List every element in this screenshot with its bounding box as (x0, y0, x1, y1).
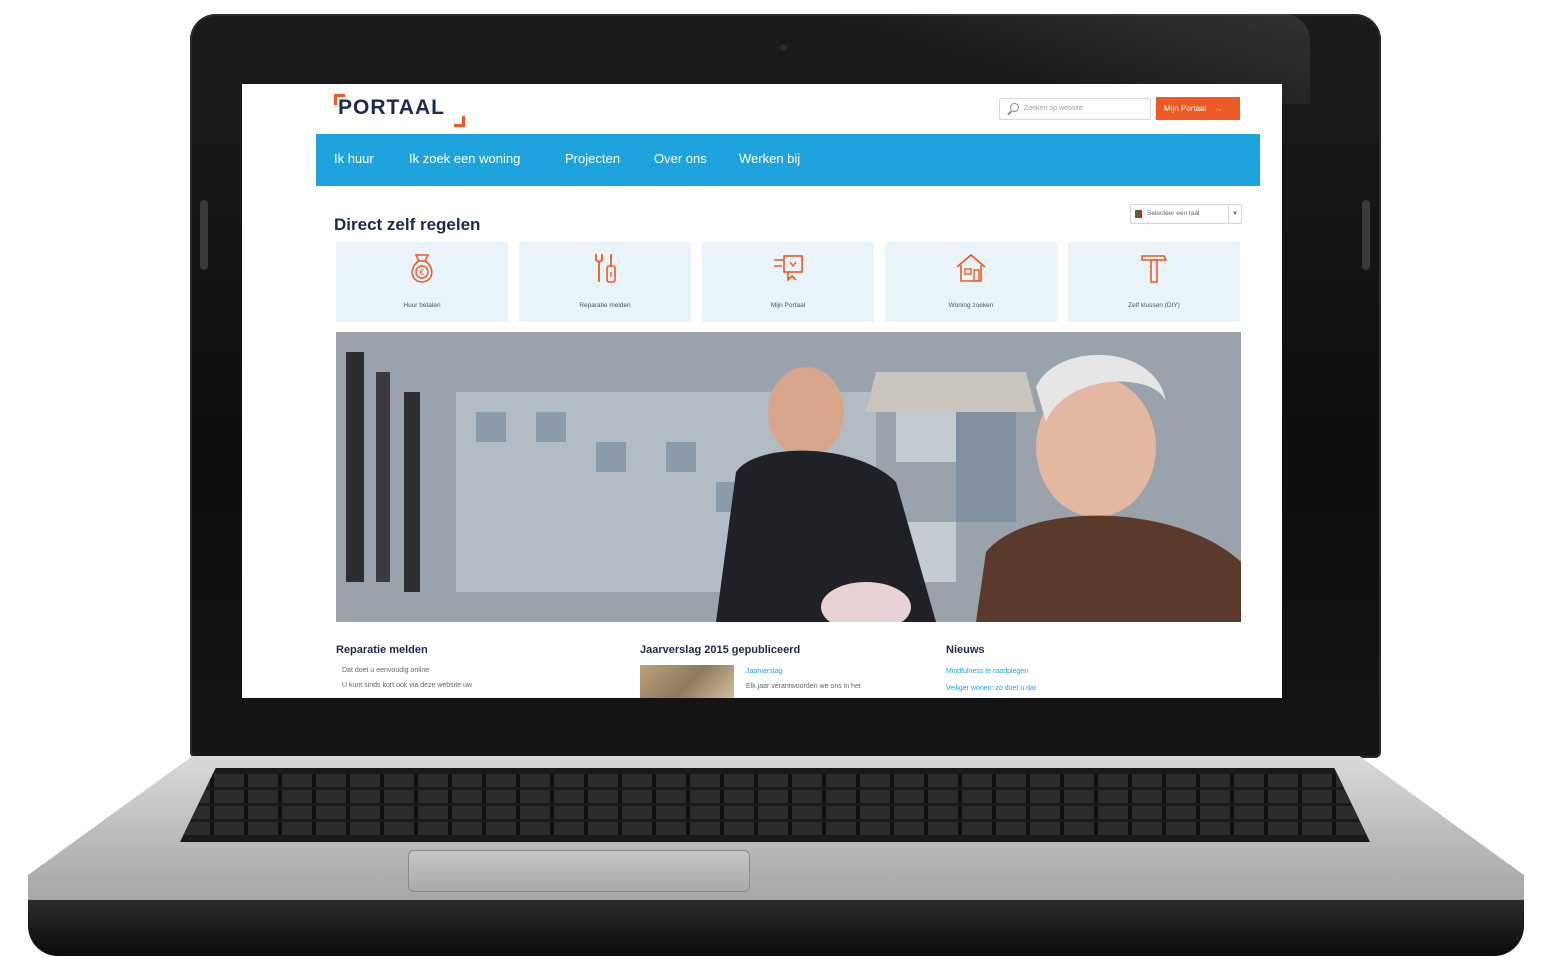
tile-zelf-klussen[interactable]: Zelf klussen (DIY) (1068, 242, 1240, 322)
news-item-2[interactable]: Veiliger wonen: zo doet u dat (946, 685, 1036, 692)
portaal-logo[interactable]: PORTAAL (338, 96, 445, 120)
search-input[interactable] (1024, 101, 1144, 116)
report-section-title[interactable]: Jaarverslag 2015 gepubliceerd (640, 644, 800, 656)
tile-reparatie-melden[interactable]: Reparatie melden (519, 242, 691, 322)
language-select[interactable]: Selecteer een taal ▼ (1130, 204, 1242, 224)
report-thumbnail[interactable] (640, 665, 734, 698)
svg-text:€: € (419, 268, 424, 277)
key-row (180, 774, 1370, 787)
logo-corner-mark (454, 116, 465, 127)
tile-label: Huur betalen (403, 302, 441, 309)
nav-item-ik-zoek-een-woning[interactable]: Ik zoek een woning (409, 151, 520, 166)
key-row (180, 822, 1370, 835)
news-section-title[interactable]: Nieuws (946, 644, 985, 656)
lid-hinge-left (200, 200, 208, 270)
lid-hinge-right (1362, 200, 1370, 270)
money-bag-icon: € (411, 254, 433, 283)
nav-item-over-ons[interactable]: Over ons (654, 151, 707, 166)
key-row (180, 790, 1370, 803)
arrow-right-icon: → (1214, 104, 1223, 113)
main-navigation: Ik huur Ik zoek een woning Projecten Ove… (316, 134, 1260, 186)
search-box[interactable] (999, 98, 1151, 120)
tile-label: Woning zoeken (948, 302, 994, 309)
kitchen-photo (336, 332, 1241, 622)
house-icon (956, 253, 986, 282)
repair-line-1: Dat doet u eenvoudig online (342, 667, 430, 674)
mijn-portaal-label: Mijn Portaal (1164, 104, 1207, 113)
repair-section-title[interactable]: Reparatie melden (336, 644, 428, 656)
laptop-base-edge (28, 900, 1524, 956)
browser-viewport: PORTAAL Mijn Portaal → Ik huur Ik zoek e… (242, 84, 1282, 698)
tile-label: Zelf klussen (DIY) (1128, 302, 1180, 309)
nav-item-projecten[interactable]: Projecten (565, 151, 620, 166)
portal-screen-icon (774, 255, 803, 282)
tile-woning-zoeken[interactable]: Woning zoeken (885, 242, 1057, 322)
hero-photo (336, 332, 1241, 622)
mijn-portaal-button[interactable]: Mijn Portaal → (1156, 97, 1240, 120)
tile-label: Reparatie melden (579, 302, 631, 309)
report-link[interactable]: Jaarverslag (746, 668, 782, 675)
search-icon[interactable] (1010, 103, 1019, 112)
repair-line-2: U kunt sinds kort ook via deze website u… (342, 682, 472, 689)
report-text: Elk jaar verantwoorden we ons in het (746, 683, 861, 690)
tile-huur-betalen[interactable]: € Huur betalen (336, 242, 508, 322)
flag-icon (1135, 210, 1142, 218)
key-row (180, 806, 1370, 819)
keyboard (180, 768, 1370, 842)
page-title: Direct zelf regelen (334, 215, 481, 234)
tools-icon (595, 254, 616, 283)
webcam-icon (780, 44, 787, 51)
nav-item-ik-huur[interactable]: Ik huur (334, 151, 374, 166)
hammer-icon (1141, 255, 1168, 283)
touchpad (408, 850, 750, 892)
tile-label: Mijn Portaal (770, 302, 806, 309)
language-select-label: Selecteer een taal (1147, 210, 1200, 217)
site-header: PORTAAL Mijn Portaal → (242, 84, 1282, 134)
nav-item-werken-bij[interactable]: Werken bij (739, 151, 800, 166)
tile-mijn-portaal[interactable]: Mijn Portaal (702, 242, 874, 322)
news-item-1[interactable]: Mindfulness te raadplegen (946, 668, 1028, 675)
chevron-down-icon: ▼ (1228, 205, 1241, 223)
